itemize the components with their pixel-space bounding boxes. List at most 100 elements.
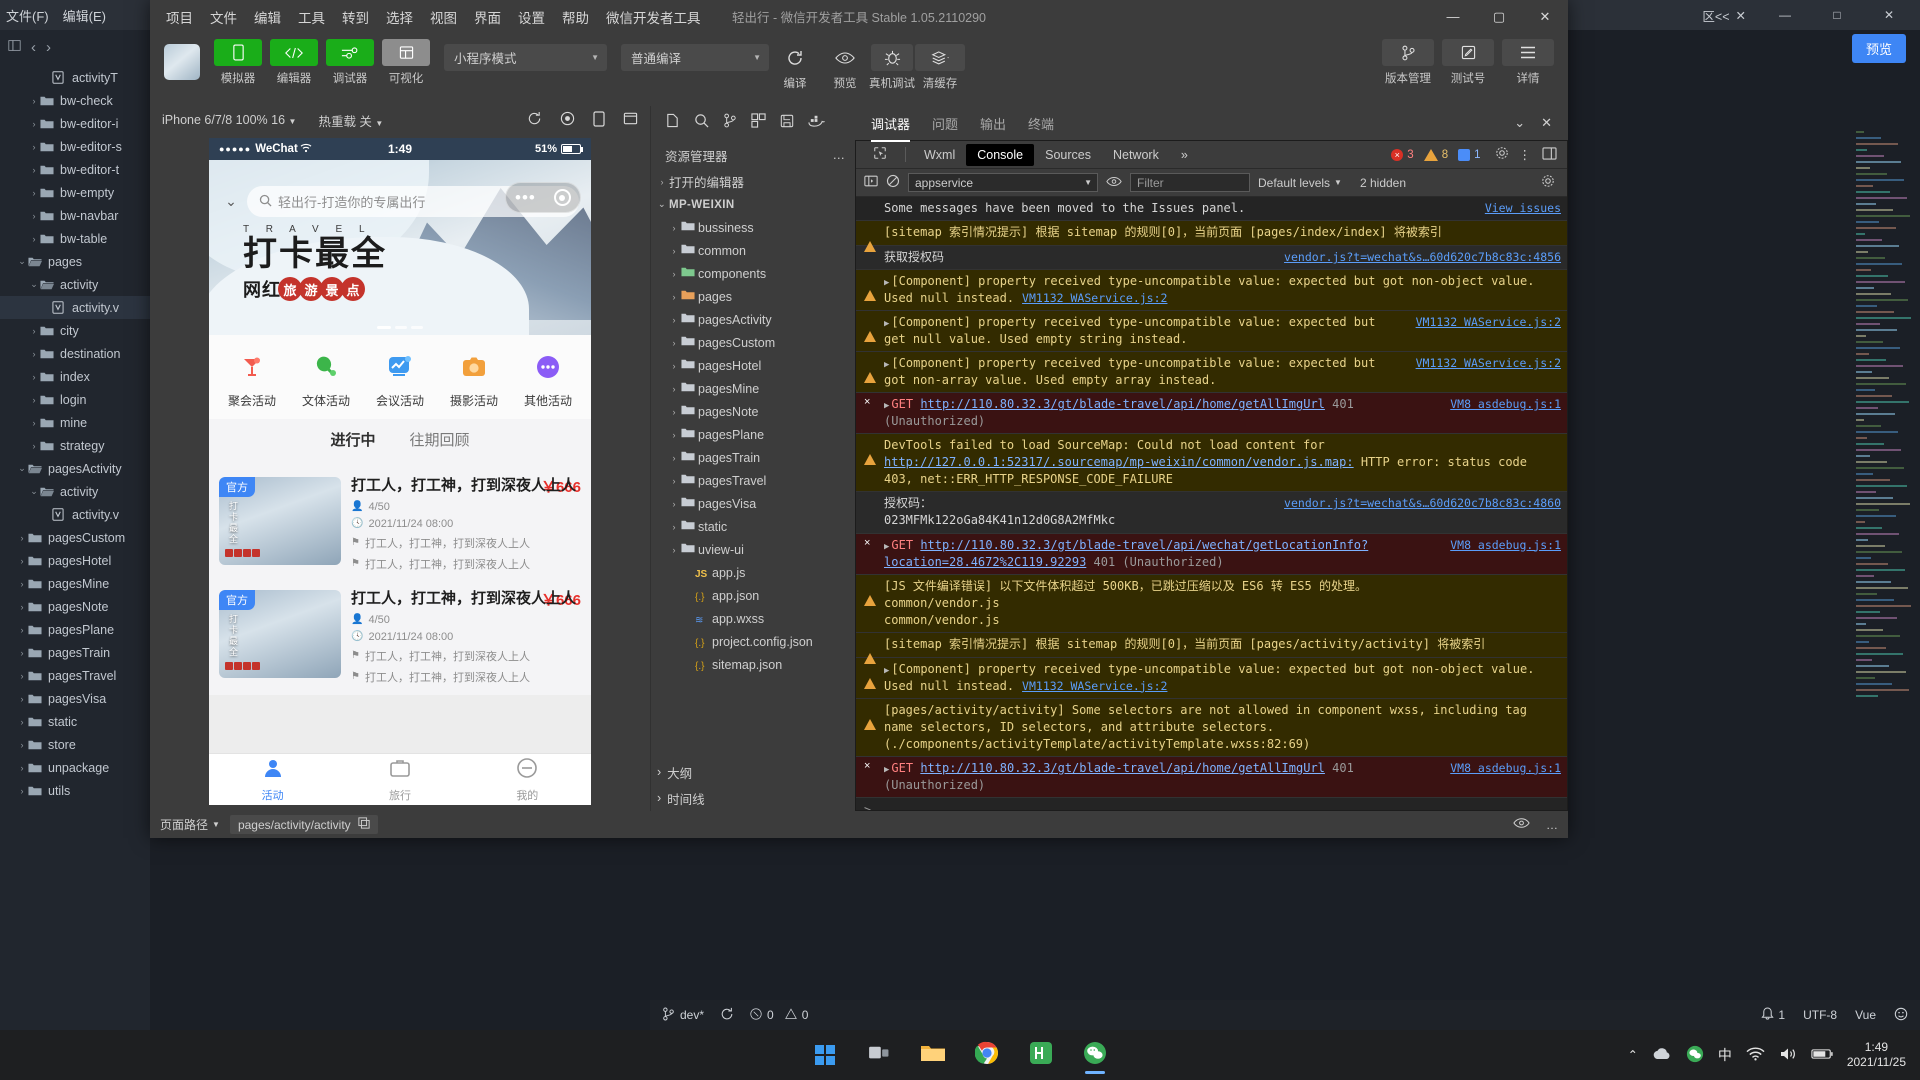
save-icon[interactable] [780, 114, 794, 133]
devtools-menu-item[interactable]: 转到 [342, 7, 369, 27]
twisty-icon[interactable]: › [16, 533, 28, 543]
vscode-tree-item[interactable]: ›pagesNote [0, 595, 150, 618]
console-message-source[interactable]: VM1132 WAService.js:2 [1022, 291, 1167, 305]
compile-button[interactable]: 编译 [771, 44, 819, 91]
console-message-source[interactable]: VM1132 WAService.js:2 [1416, 355, 1561, 371]
window-close-button[interactable]: ✕ [1866, 0, 1912, 30]
wechat-small-icon[interactable] [1686, 1045, 1704, 1066]
devtools-menu-item[interactable]: 文件 [210, 7, 237, 27]
console-message[interactable]: ▶[Component] property received type-unco… [856, 270, 1567, 311]
docker-icon[interactable] [808, 114, 825, 132]
twisty-icon[interactable]: ⌄ [28, 486, 40, 497]
wifi-icon[interactable] [1746, 1047, 1765, 1064]
battery-icon[interactable] [1811, 1048, 1833, 1063]
twisty-icon[interactable]: › [667, 499, 681, 509]
twisty-icon[interactable]: › [28, 142, 40, 152]
debugger-tab[interactable]: 输出 [980, 114, 1006, 133]
expand-triangle-icon[interactable]: ▶ [884, 542, 889, 552]
twisty-icon[interactable]: › [667, 315, 681, 325]
window-maximize-button[interactable]: □ [1814, 0, 1860, 30]
clear-console-icon[interactable] [886, 174, 900, 191]
view-issues-link[interactable]: View issues [1485, 200, 1561, 216]
vscode-explorer-icon[interactable] [8, 39, 21, 56]
twisty-icon[interactable]: › [16, 694, 28, 704]
console-message[interactable]: ▶GET http://110.80.32.3/gt/blade-travel/… [856, 757, 1567, 798]
devtools-menu-item[interactable]: 工具 [298, 7, 325, 27]
hbuilder-button[interactable] [1019, 1034, 1063, 1076]
vscode-tree-item[interactable]: ›pagesVisa [0, 687, 150, 710]
wechat-capsule[interactable]: ••• [505, 182, 581, 213]
vscode-tree-item[interactable]: activity.v [0, 503, 150, 526]
twisty-icon[interactable]: › [16, 740, 28, 750]
console-link[interactable]: http://110.80.32.3/gt/blade-travel/api/h… [920, 761, 1325, 775]
vscode-tree-item[interactable]: activityT [0, 66, 150, 89]
console-message-source[interactable]: VM8 asdebug.js:1 [1450, 396, 1561, 412]
vscode-tree-item[interactable]: ›static [0, 710, 150, 733]
search-icon[interactable] [694, 113, 709, 133]
twisty-icon[interactable]: › [28, 234, 40, 244]
vscode-tree-item[interactable]: ›pagesTrain [0, 641, 150, 664]
vscode-tree-item[interactable]: ›bw-navbar [0, 204, 150, 227]
console-message[interactable]: 获取授权码vendor.js?t=wechat&s…60d620c7b8c83c… [856, 246, 1567, 270]
twisty-icon[interactable]: › [667, 269, 681, 279]
twisty-icon[interactable]: › [667, 292, 681, 302]
dock-icon[interactable] [1542, 147, 1557, 163]
twisty-icon[interactable]: › [28, 211, 40, 221]
console-message[interactable]: [JS 文件编译错误] 以下文件体积超过 500KB，已跳过压缩以及 ES6 转… [856, 575, 1567, 633]
devtools-menu-item[interactable]: 编辑 [254, 7, 281, 27]
twisty-icon[interactable]: › [16, 579, 28, 589]
twisty-icon[interactable]: › [28, 188, 40, 198]
vscode-tree-item[interactable]: ›bw-check [0, 89, 150, 112]
devtools-menu-item[interactable]: 设置 [518, 7, 545, 27]
twisty-icon[interactable]: › [16, 717, 28, 727]
sync-icon[interactable] [720, 1007, 734, 1024]
hot-reload-select[interactable]: 热重载 关 ▼ [318, 111, 383, 130]
vscode-tree-item[interactable]: ›pagesHotel [0, 549, 150, 572]
twisty-icon[interactable]: ⌄ [16, 256, 28, 267]
explorer-item[interactable]: JSapp.js [651, 561, 855, 584]
vscode-tree-item[interactable]: ›city [0, 319, 150, 342]
twisty-icon[interactable]: › [16, 763, 28, 773]
category-item[interactable]: 摄影活动 [437, 349, 511, 409]
twisty-icon[interactable]: › [667, 453, 681, 463]
twisty-icon[interactable]: › [667, 338, 681, 348]
devtools-close-button[interactable]: ✕ [1522, 0, 1568, 33]
twisty-icon[interactable]: › [667, 246, 681, 256]
vscode-tree-item[interactable]: ›bw-table [0, 227, 150, 250]
preview-button[interactable]: 预览 [821, 44, 869, 91]
devtools-menubar[interactable]: 项目文件编辑工具转到选择视图界面设置帮助微信开发者工具 [150, 7, 701, 27]
twisty-icon[interactable]: › [667, 545, 681, 555]
vscode-tree-item[interactable]: ⌄pages [0, 250, 150, 273]
devtools-menu-item[interactable]: 帮助 [562, 7, 589, 27]
activity-tabs[interactable]: 进行中往期回顾 [209, 419, 591, 463]
editor-toggle-button[interactable]: 编辑器 [270, 39, 318, 86]
gear-icon[interactable] [1541, 174, 1555, 191]
devtools-minimize-button[interactable]: — [1430, 0, 1476, 33]
phone-tabbar[interactable]: 活动旅行我的 [209, 753, 591, 805]
vscode-tree-item[interactable]: ⌄activity [0, 480, 150, 503]
vscode-tree-item[interactable]: ›bw-empty [0, 181, 150, 204]
inspect-icon[interactable] [862, 142, 898, 167]
category-item[interactable]: 其他活动 [511, 349, 585, 409]
vscode-tree-item[interactable]: ›unpackage [0, 756, 150, 779]
twisty-icon[interactable]: › [667, 384, 681, 394]
console-link[interactable]: http://110.80.32.3/gt/blade-travel/api/h… [920, 397, 1325, 411]
twisty-icon[interactable]: › [28, 395, 40, 405]
explorer-item[interactable]: {.}sitemap.json [651, 653, 855, 676]
console-filter-input[interactable]: Filter [1130, 173, 1250, 192]
debugger-tab[interactable]: 终端 [1028, 114, 1054, 133]
twisty-icon[interactable]: › [667, 407, 681, 417]
explorer-item[interactable]: ›pagesActivity [651, 308, 855, 331]
console-message[interactable]: ▶[Component] property received type-unco… [856, 311, 1567, 352]
twisty-icon[interactable]: › [667, 476, 681, 486]
taskbar-clock[interactable]: 1:49 2021/11/25 [1847, 1040, 1906, 1070]
device-icon[interactable] [593, 111, 605, 130]
console-message[interactable]: ▶GET http://110.80.32.3/gt/blade-travel/… [856, 393, 1567, 434]
explorer-item[interactable]: ≋app.wxss [651, 607, 855, 630]
eye-icon[interactable] [1106, 176, 1122, 190]
twisty-icon[interactable]: › [667, 361, 681, 371]
chevron-down-icon[interactable]: ⌄ [1514, 115, 1525, 131]
console-message-source[interactable]: vendor.js?t=wechat&s…60d620c7b8c83c:4856 [1284, 249, 1561, 265]
devtools-menu-item[interactable]: 界面 [474, 7, 501, 27]
visualize-toggle-button[interactable]: 可视化 [382, 39, 430, 86]
